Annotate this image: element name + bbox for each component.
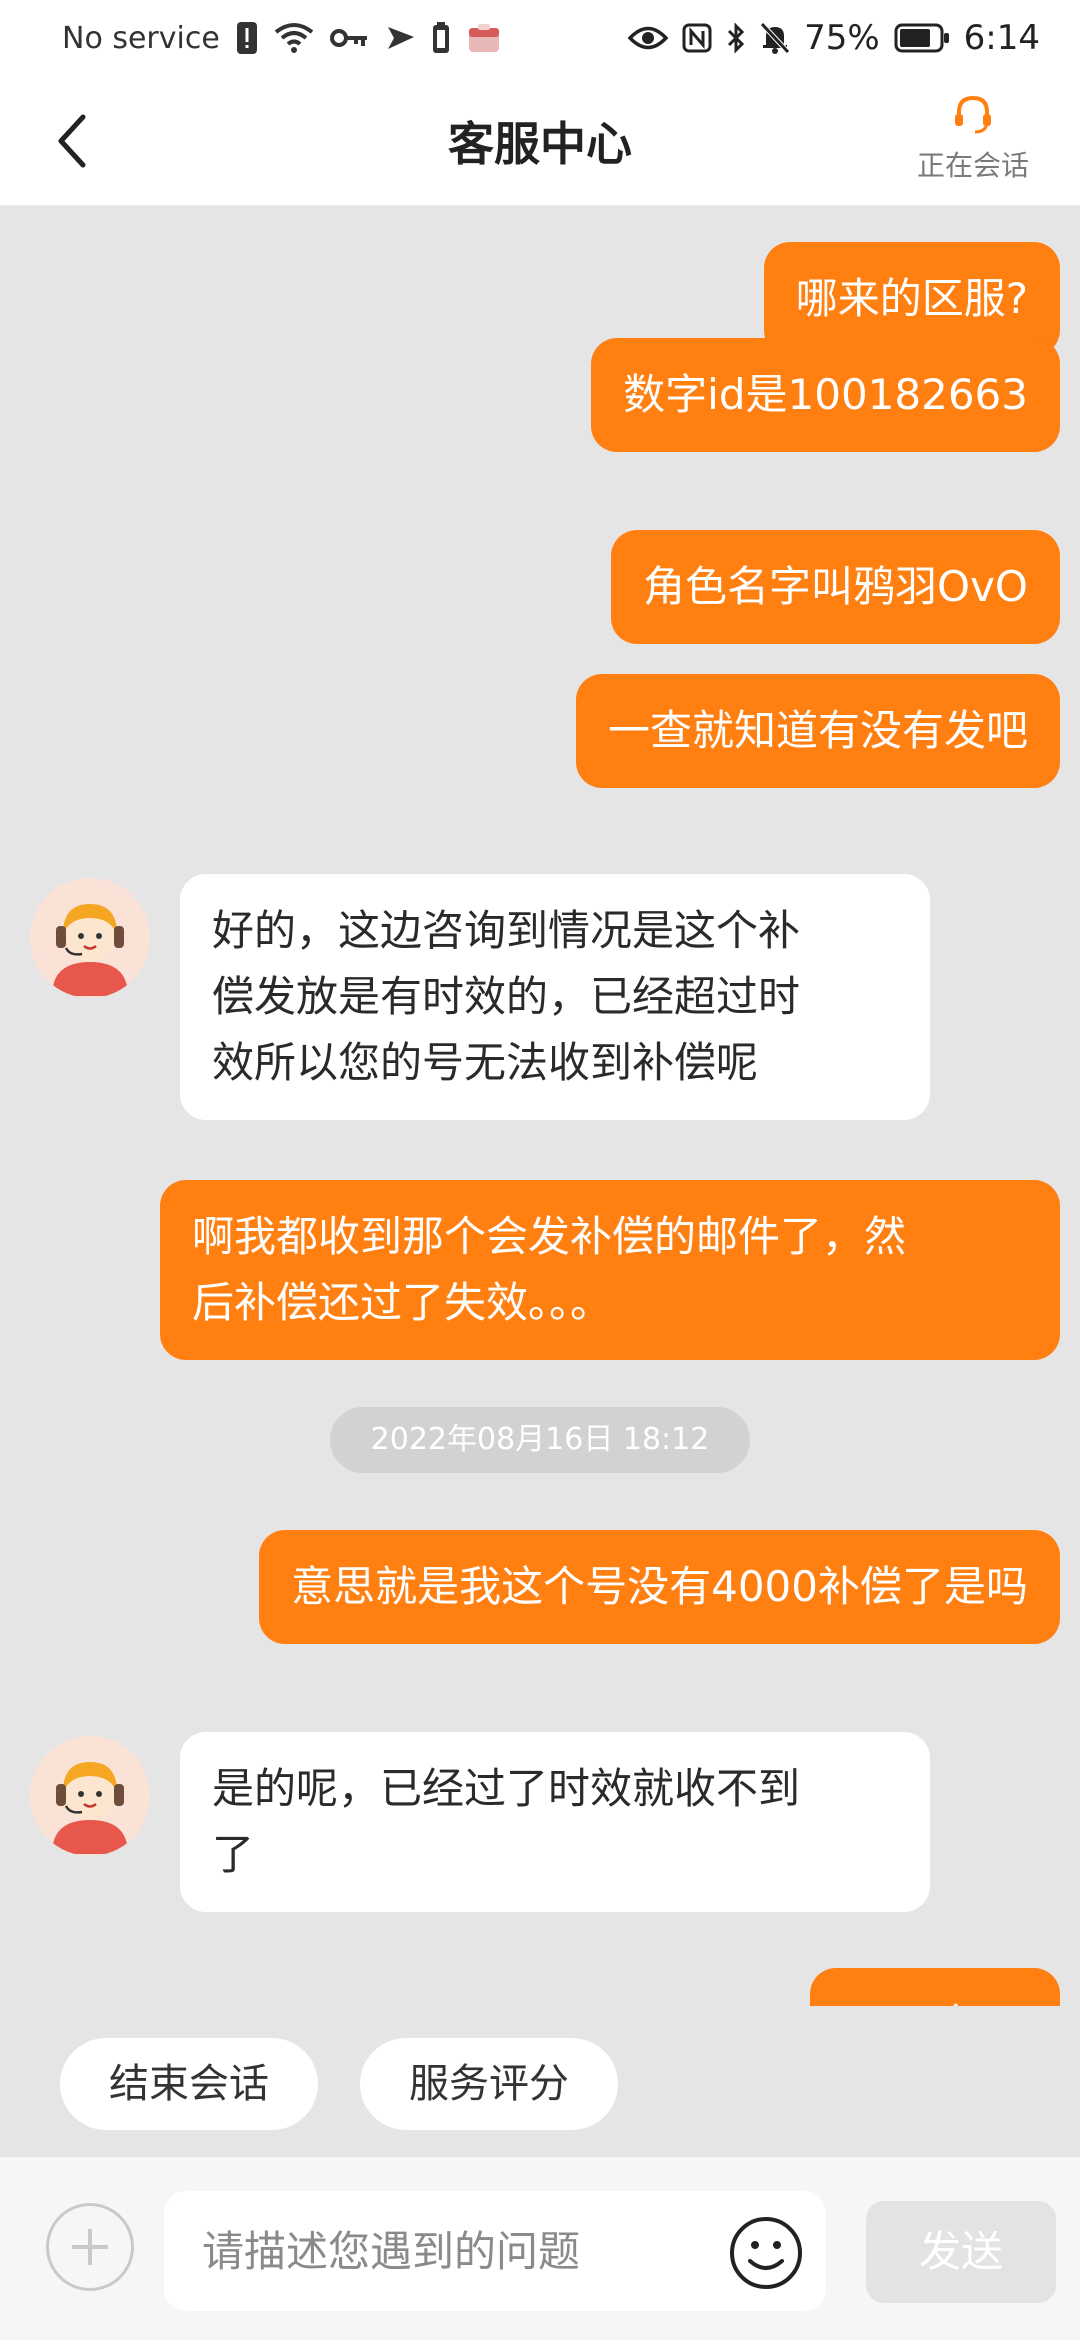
bluetooth-icon xyxy=(726,18,746,58)
status-right: 75% 6:14 xyxy=(628,18,1040,58)
add-attachment-button[interactable] xyxy=(46,2203,134,2291)
message-text: 数字id是100182663 xyxy=(623,370,1028,419)
message-line: 是的呢，已经过了时效就收不到 xyxy=(212,1764,801,1813)
headset-icon xyxy=(955,95,991,134)
clock: 6:14 xyxy=(963,18,1040,58)
message-timestamp: 2022年08月16日 18:12 xyxy=(330,1407,750,1473)
rate-service-button[interactable]: 服务评分 xyxy=(360,2038,618,2130)
message-text: 意思就是我这个号没有4000补偿了是吗 xyxy=(291,1562,1028,1611)
app-header: 客服中心 正在会话 xyxy=(0,76,1080,206)
message-line: 偿发放是有时效的，已经超过时 xyxy=(212,972,801,1021)
end-session-button[interactable]: 结束会话 xyxy=(60,2038,318,2130)
mute-bell-icon xyxy=(760,18,790,58)
vpn-key-icon xyxy=(329,18,370,58)
emoji-icon[interactable] xyxy=(728,2215,804,2291)
message-input-box xyxy=(164,2191,826,2311)
user-message: 意思就是我这个号没有4000补偿了是吗 xyxy=(259,1530,1060,1644)
agent-avatar-image xyxy=(30,878,150,998)
user-message: 行吧 xyxy=(810,1968,1060,2006)
message-line: 好的，这边咨询到情况是这个补 xyxy=(212,906,801,955)
sim-alert-icon xyxy=(236,18,258,58)
message-line: 啊我都收到那个会发补偿的邮件了，然 xyxy=(192,1212,907,1261)
app-notification-icon xyxy=(466,18,502,58)
message-line: 了 xyxy=(212,1830,255,1879)
battery-small-icon xyxy=(432,18,450,58)
plus-icon xyxy=(72,2229,108,2265)
battery-icon xyxy=(894,18,950,58)
agent-avatar-image xyxy=(30,1736,150,1856)
agent-avatar xyxy=(30,878,150,998)
quick-actions: 结束会话 服务评分 xyxy=(0,2006,1080,2156)
chat-messages: 哪来的区服? 数字id是100182663 角色名字叫鸦羽OvO 一查就知道有没… xyxy=(0,206,1080,2006)
user-message: 一查就知道有没有发吧 xyxy=(575,674,1060,788)
user-message: 数字id是100182663 xyxy=(591,338,1060,452)
agent-message: 好的，这边咨询到情况是这个补 偿发放是有时效的，已经超过时 效所以您的号无法收到… xyxy=(180,874,930,1120)
agent-avatar xyxy=(30,1736,150,1856)
message-line: 后补偿还过了失效。。。 xyxy=(192,1278,613,1327)
message-text: 哪来的区服? xyxy=(795,274,1028,323)
agent-message: 是的呢，已经过了时效就收不到 了 xyxy=(180,1732,930,1912)
eye-icon xyxy=(628,18,669,58)
send-button[interactable]: 发送 xyxy=(866,2201,1056,2303)
status-bar: No service 75% 6:14 xyxy=(0,0,1080,76)
message-text: 角色名字叫鸦羽OvO xyxy=(643,562,1028,611)
user-message: 角色名字叫鸦羽OvO xyxy=(611,530,1060,644)
user-message: 啊我都收到那个会发补偿的邮件了，然 后补偿还过了失效。。。 xyxy=(160,1180,1060,1360)
session-status-button[interactable]: 正在会话 xyxy=(908,90,1038,194)
carrier-label: No service xyxy=(62,20,220,56)
battery-percent: 75% xyxy=(804,18,880,58)
nfc-icon xyxy=(682,18,712,58)
send-arrow-icon xyxy=(386,18,416,58)
message-line: 效所以您的号无法收到补偿呢 xyxy=(212,1038,759,1087)
session-status-label: 正在会话 xyxy=(916,149,1029,182)
wifi-icon xyxy=(274,18,314,58)
status-left: No service xyxy=(62,18,502,58)
message-text: 一查就知道有没有发吧 xyxy=(607,706,1028,755)
message-input[interactable] xyxy=(164,2191,724,2311)
input-bar: 发送 xyxy=(0,2156,1080,2340)
